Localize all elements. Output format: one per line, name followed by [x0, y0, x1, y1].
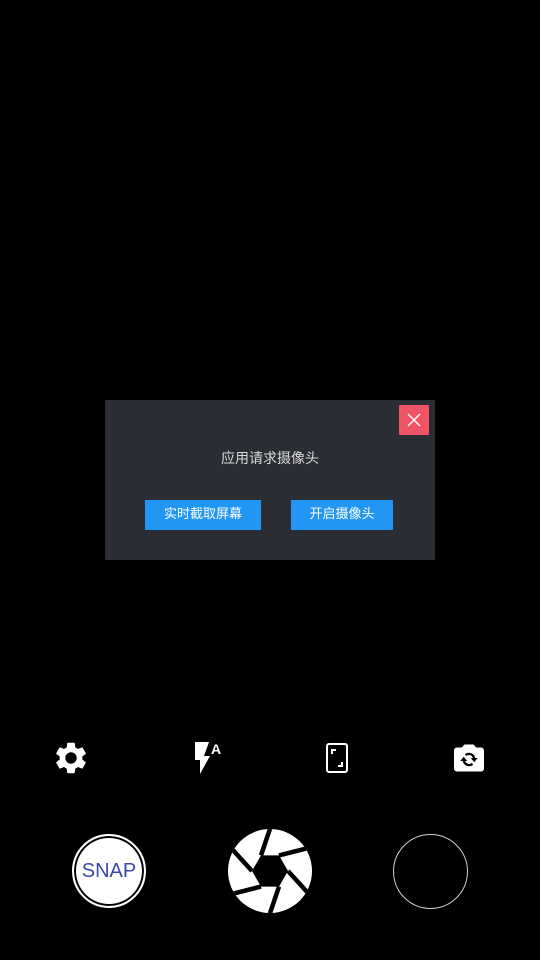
gallery-thumbnail-button[interactable] — [393, 834, 468, 909]
snap-button[interactable]: SNAP — [72, 834, 146, 908]
flash-mode-button[interactable]: A — [183, 736, 227, 780]
switch-camera-button[interactable] — [447, 736, 491, 780]
camera-controls-row: A — [0, 730, 540, 786]
dialog-close-button[interactable] — [399, 405, 429, 435]
camera-permission-dialog: 应用请求摄像头 实时截取屏幕 开启摄像头 — [105, 400, 435, 560]
camera-switch-icon — [454, 744, 484, 772]
open-camera-button[interactable]: 开启摄像头 — [291, 500, 393, 530]
flash-mode-label: A — [211, 741, 221, 757]
gear-icon — [56, 742, 86, 774]
aspect-ratio-icon — [326, 743, 348, 773]
snap-label: SNAP — [81, 859, 137, 882]
dialog-message: 应用请求摄像头 — [221, 451, 319, 467]
settings-button[interactable] — [49, 736, 93, 780]
screen-capture-button[interactable]: 实时截取屏幕 — [145, 500, 261, 530]
close-icon — [407, 413, 421, 427]
aperture-icon — [228, 829, 312, 913]
aspect-ratio-button[interactable] — [315, 736, 359, 780]
flash-auto-icon: A — [195, 741, 221, 774]
shutter-button[interactable] — [227, 828, 313, 914]
